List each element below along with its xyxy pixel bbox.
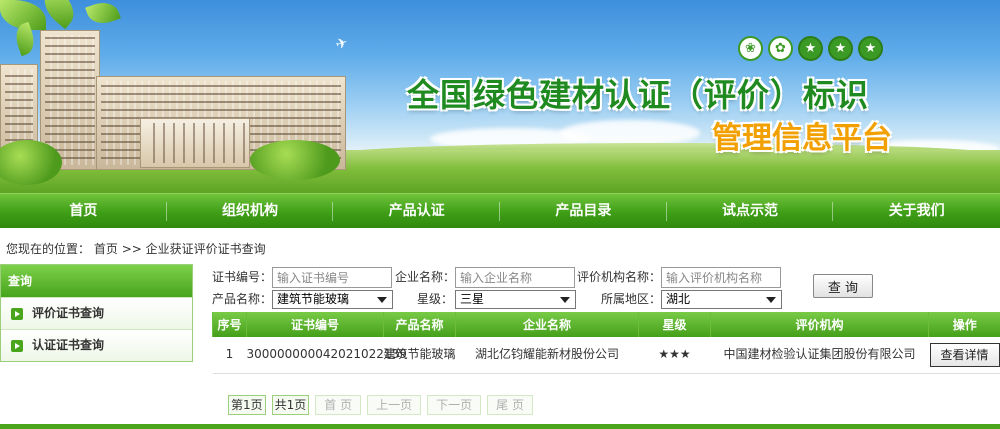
sidebar-item-certification-cert[interactable]: 认证证书查询 — [1, 329, 192, 361]
main-nav: 首页 组织机构 产品认证 产品目录 试点示范 关于我们 — [0, 193, 1000, 228]
pagination: 第1页 共1页 首 页 上一页 下一页 尾 页 — [228, 395, 533, 415]
sidebar-item-evaluation-cert[interactable]: 评价证书查询 — [1, 297, 192, 329]
nav-item-about-us[interactable]: 关于我们 — [833, 194, 1000, 229]
agency-label: 评价机构名称： — [577, 270, 662, 284]
col-header-product: 产品名称 — [383, 312, 456, 337]
nav-item-product-certification[interactable]: 产品认证 — [333, 194, 500, 229]
region-label: 所属地区： — [601, 292, 662, 306]
col-header-stars: 星级 — [638, 312, 711, 337]
cert-no-input[interactable] — [272, 267, 392, 288]
level-select[interactable]: 三星 — [455, 290, 576, 309]
page-current: 第1页 — [228, 395, 266, 415]
next-page-button[interactable]: 下一页 — [427, 395, 482, 415]
breadcrumb-current: 企业获证评价证书查询 — [145, 242, 266, 256]
grade-one-seal-icon: ★ — [798, 36, 823, 61]
tree-decoration — [250, 140, 340, 180]
first-page-button[interactable]: 首 页 — [315, 395, 362, 415]
product-select[interactable]: 建筑节能玻璃 — [272, 290, 393, 309]
col-header-index: 序号 — [212, 312, 247, 337]
site-title: 全国绿色建材认证（评价）标识 — [407, 76, 870, 114]
company-input[interactable] — [455, 267, 575, 288]
header-banner: ✈ ❀ ✿ ★ ★ ★ 全国绿色建材认证（评价）标识 管理信息平台 — [0, 0, 1000, 193]
cell-company: 湖北亿钧耀能新材股份公司 — [455, 337, 639, 374]
region-select-value: 湖北 — [666, 292, 691, 306]
cell-action: 查看详情 — [928, 337, 1000, 374]
site-subtitle: 管理信息平台 — [712, 121, 892, 156]
nav-item-home[interactable]: 首页 — [0, 194, 167, 229]
nav-item-organization[interactable]: 组织机构 — [167, 194, 334, 229]
logo-group: ❀ ✿ ★ ★ ★ — [738, 36, 883, 61]
breadcrumb-separator: >> — [121, 242, 142, 256]
level-select-value: 三星 — [460, 292, 485, 306]
col-header-agency: 评价机构 — [710, 312, 929, 337]
region-select[interactable]: 湖北 — [661, 290, 782, 309]
leaf-logo-icon: ❀ — [738, 36, 763, 61]
hand-logo-icon: ✿ — [768, 36, 793, 61]
chevron-down-icon — [766, 297, 776, 303]
cell-stars: ★★★ — [638, 337, 711, 374]
footer-divider — [0, 424, 1000, 429]
results-table: 序号 证书编号 产品名称 企业名称 星级 评价机构 操作 1 300000000… — [212, 312, 1000, 374]
building-entrance — [140, 118, 250, 168]
nav-item-pilot-demo[interactable]: 试点示范 — [667, 194, 834, 229]
play-bullet-icon — [11, 339, 23, 352]
col-header-cert-no: 证书编号 — [246, 312, 384, 337]
table-row: 1 300000000042021022139 建筑节能玻璃 湖北亿钧耀能新材股… — [212, 337, 1000, 374]
grade-three-seal-icon: ★ — [858, 36, 883, 61]
airplane-icon: ✈ — [333, 34, 350, 54]
breadcrumb-home-link[interactable]: 首页 — [94, 242, 118, 256]
col-header-action: 操作 — [928, 312, 1000, 337]
sidebar-item-label: 认证证书查询 — [32, 338, 105, 352]
nav-item-product-catalog[interactable]: 产品目录 — [500, 194, 667, 229]
product-select-value: 建筑节能玻璃 — [277, 292, 350, 306]
chevron-down-icon — [377, 297, 387, 303]
company-label: 企业名称： — [395, 270, 456, 284]
last-page-button[interactable]: 尾 页 — [487, 395, 533, 415]
col-header-company: 企业名称 — [455, 312, 639, 337]
cell-index: 1 — [212, 337, 247, 374]
table-header-row: 序号 证书编号 产品名称 企业名称 星级 评价机构 操作 — [212, 312, 1000, 337]
grade-two-seal-icon: ★ — [828, 36, 853, 61]
cell-product: 建筑节能玻璃 — [383, 337, 456, 374]
cell-agency: 中国建材检验认证集团股份有限公司 — [710, 337, 929, 374]
sidebar-item-label: 评价证书查询 — [32, 306, 105, 320]
chevron-down-icon — [560, 297, 570, 303]
level-label: 星级： — [417, 292, 454, 306]
play-bullet-icon — [11, 307, 23, 320]
query-button[interactable]: 查 询 — [813, 274, 873, 298]
agency-input[interactable] — [661, 267, 781, 288]
cell-cert-no: 300000000042021022139 — [246, 337, 407, 374]
sidebar-title: 查询 — [1, 265, 192, 297]
cert-no-label: 证书编号： — [212, 270, 273, 284]
leaf-decoration — [85, 0, 121, 29]
prev-page-button[interactable]: 上一页 — [367, 395, 422, 415]
breadcrumb: 您现在的位置： 首页 >> 企业获证评价证书查询 — [6, 240, 266, 257]
breadcrumb-prefix: 您现在的位置： — [6, 242, 91, 256]
product-label: 产品名称： — [212, 292, 273, 306]
sidebar: 查询 评价证书查询 认证证书查询 — [0, 264, 193, 362]
view-details-button[interactable]: 查看详情 — [929, 342, 1000, 367]
page-total: 共1页 — [271, 395, 310, 415]
